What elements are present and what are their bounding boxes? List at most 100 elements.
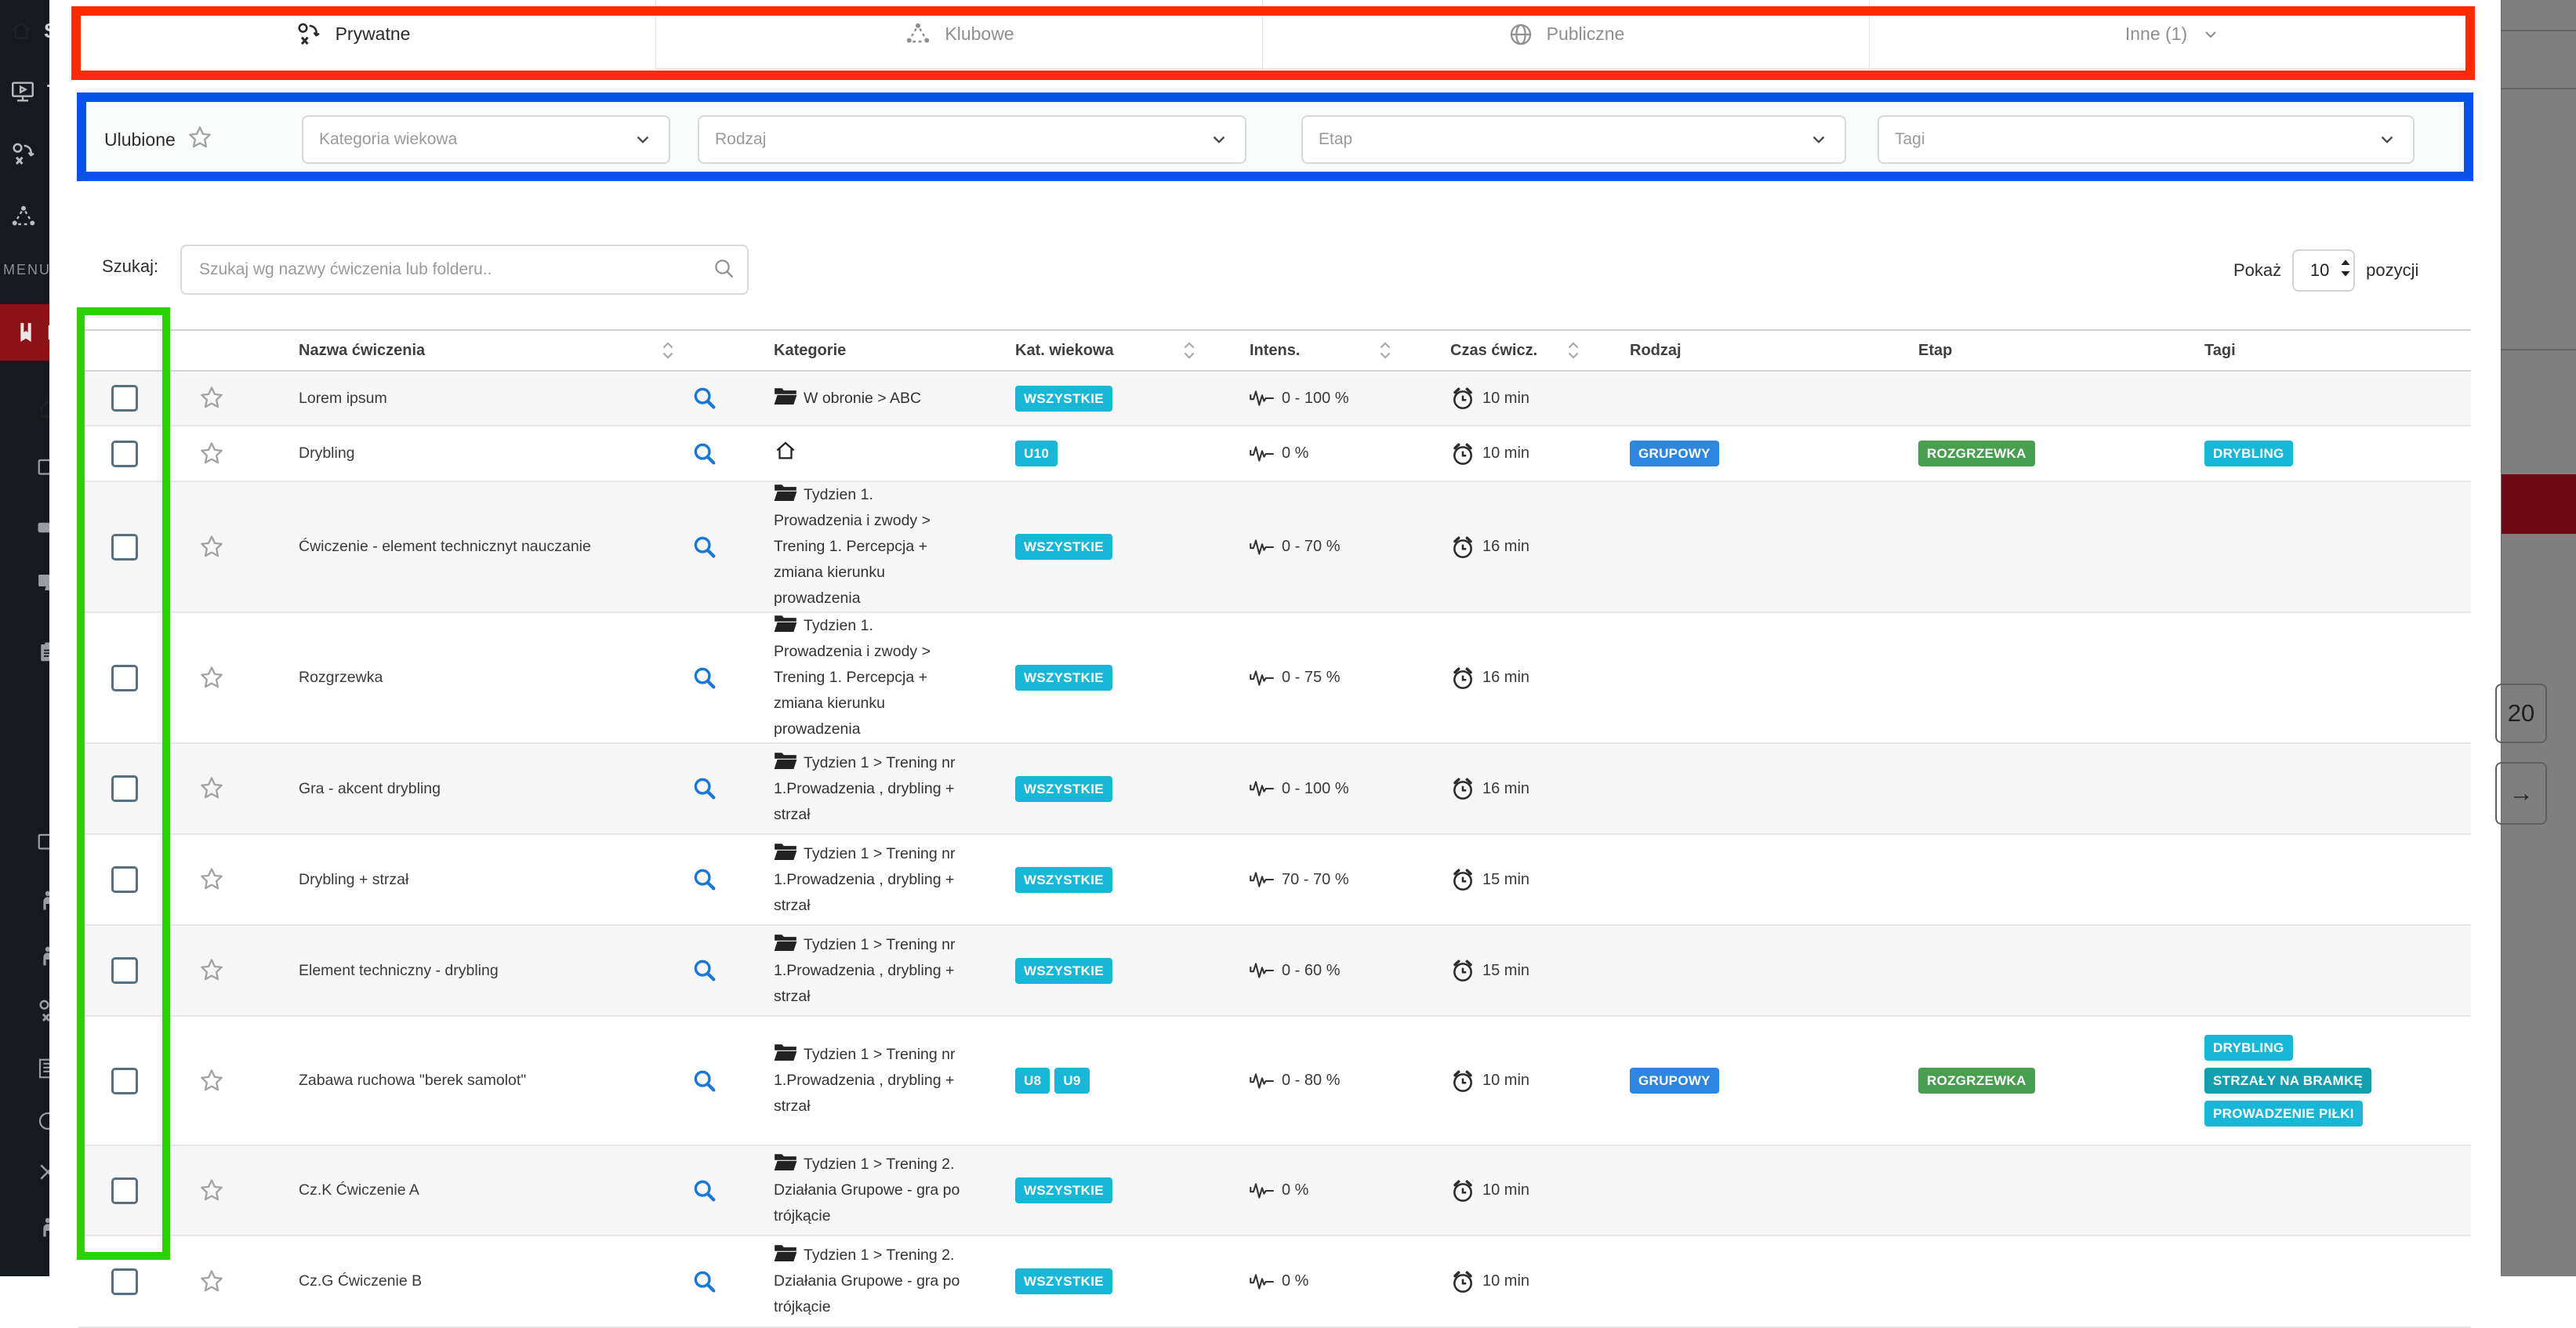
row-checkbox[interactable] (111, 441, 138, 467)
page-size-input[interactable] (2305, 259, 2335, 281)
cell-intensity: 70 - 70 % (1213, 835, 1409, 924)
filter-select-etap[interactable]: Etap (1301, 115, 1846, 164)
exercise-name[interactable]: Cz.K Ćwiczenie A (299, 1181, 419, 1199)
tab-publiczne[interactable]: Publiczne (1262, 0, 1869, 70)
tab-klubowe[interactable]: Klubowe (655, 0, 1262, 70)
row-checkbox[interactable] (111, 866, 138, 893)
star-icon[interactable] (197, 1176, 227, 1206)
sort-icon[interactable] (1564, 339, 1583, 361)
star-icon[interactable] (197, 663, 227, 693)
row-checkbox[interactable] (111, 385, 138, 412)
star-icon[interactable] (197, 532, 227, 562)
preview-icon[interactable] (691, 385, 718, 412)
cell-preview (691, 482, 750, 611)
sort-icon[interactable] (659, 339, 677, 361)
preview-icon[interactable] (691, 866, 718, 893)
preview-icon[interactable] (691, 1177, 718, 1204)
star-icon[interactable] (197, 663, 227, 693)
star-icon[interactable] (185, 123, 215, 158)
header-age[interactable]: Kat. wiekowa (985, 331, 1213, 370)
cell-name: Cz.G Ćwiczenie B (252, 1236, 691, 1326)
star-icon[interactable] (197, 1176, 227, 1206)
star-icon[interactable] (197, 774, 227, 804)
cell-checkbox (78, 1146, 170, 1235)
sort-icon[interactable] (659, 339, 677, 361)
sort-icon[interactable] (1180, 339, 1199, 361)
row-checkbox[interactable] (111, 775, 138, 802)
header-czas[interactable]: Czas ćwicz. (1409, 331, 1597, 370)
star-icon[interactable] (197, 1066, 227, 1096)
pagination-size: Pokaż pozycji (2233, 249, 2418, 292)
preview-icon[interactable] (691, 1068, 718, 1094)
star-icon[interactable] (197, 1066, 227, 1096)
sort-icon[interactable] (1180, 339, 1199, 361)
row-checkbox[interactable] (111, 1177, 138, 1204)
header-int[interactable]: Intens. (1213, 331, 1409, 370)
tab-prywatne[interactable]: Prywatne (49, 0, 655, 70)
intensity-value: 0 - 100 % (1250, 777, 1349, 800)
row-checkbox[interactable] (111, 957, 138, 984)
exercise-name[interactable]: Ćwiczenie - element technicznyt nauczani… (299, 538, 591, 556)
preview-icon[interactable] (691, 665, 718, 691)
star-icon[interactable] (197, 1267, 227, 1297)
preview-icon[interactable] (691, 1177, 718, 1204)
exercise-name[interactable]: Element techniczny - drybling (299, 962, 499, 980)
header-name[interactable]: Nazwa ćwiczenia (252, 331, 691, 370)
star-icon[interactable] (197, 439, 227, 469)
favorites-toggle[interactable]: Ulubione (104, 100, 215, 180)
table-header-row: Nazwa ćwiczeniaKategorieKat. wiekowaInte… (78, 329, 2471, 372)
exercise-name[interactable]: Drybling + strzał (299, 871, 408, 889)
cell-category: Tydzien 1. Prowadzenia i zwody > Trening… (750, 613, 985, 742)
exercises-table: Nazwa ćwiczeniaKategorieKat. wiekowaInte… (78, 329, 2471, 1328)
exercise-name[interactable]: Cz.G Ćwiczenie B (299, 1272, 422, 1290)
star-icon[interactable] (197, 865, 227, 894)
preview-icon[interactable] (691, 441, 718, 467)
preview-icon[interactable] (691, 775, 718, 802)
preview-icon[interactable] (691, 534, 718, 561)
star-icon[interactable] (197, 1267, 227, 1297)
row-checkbox[interactable] (111, 534, 138, 561)
filter-select-rodzaj[interactable]: Rodzaj (698, 115, 1246, 164)
sort-icon[interactable] (1376, 339, 1395, 361)
intensity-value: 0 - 70 % (1250, 535, 1340, 559)
star-icon[interactable] (197, 774, 227, 804)
star-icon[interactable] (197, 956, 227, 985)
preview-icon[interactable] (691, 385, 718, 412)
preview-icon[interactable] (691, 665, 718, 691)
preview-icon[interactable] (691, 441, 718, 467)
select-placeholder: Rodzaj (715, 130, 766, 149)
star-icon[interactable] (197, 383, 227, 413)
row-checkbox[interactable] (111, 1068, 138, 1094)
sort-icon[interactable] (1376, 339, 1395, 361)
sort-icon[interactable] (1564, 339, 1583, 361)
filter-select-kategoria-wiekowa[interactable]: Kategoria wiekowa (302, 115, 670, 164)
row-checkbox[interactable] (111, 665, 138, 691)
preview-icon[interactable] (691, 534, 718, 561)
exercise-name[interactable]: Drybling (299, 444, 355, 463)
star-icon[interactable] (185, 123, 215, 153)
filter-select-tagi[interactable]: Tagi (1878, 115, 2415, 164)
preview-icon[interactable] (691, 957, 718, 984)
exercise-name[interactable]: Lorem ipsum (299, 390, 387, 408)
star-icon[interactable] (197, 532, 227, 562)
spinner-icon[interactable] (2339, 258, 2352, 283)
star-icon[interactable] (197, 865, 227, 894)
preview-icon[interactable] (691, 775, 718, 802)
row-checkbox[interactable] (111, 1268, 138, 1295)
stepper-arrows-icon[interactable] (2339, 258, 2352, 278)
star-icon[interactable] (197, 956, 227, 985)
preview-icon[interactable] (691, 957, 718, 984)
exercise-name[interactable]: Zabawa ruchowa "berek samolot" (299, 1072, 526, 1090)
star-icon[interactable] (197, 383, 227, 413)
preview-icon[interactable] (691, 866, 718, 893)
age-badge: WSZYSTKIE (1015, 386, 1112, 412)
preview-icon[interactable] (691, 1068, 718, 1094)
star-icon[interactable] (197, 439, 227, 469)
preview-icon[interactable] (691, 1268, 718, 1295)
folder-icon (774, 613, 797, 633)
search-input[interactable] (180, 245, 749, 295)
tab-inne-1-[interactable]: Inne (1) (1869, 0, 2476, 70)
exercise-name[interactable]: Gra - akcent drybling (299, 780, 441, 798)
preview-icon[interactable] (691, 1268, 718, 1295)
exercise-name[interactable]: Rozgrzewka (299, 669, 383, 687)
